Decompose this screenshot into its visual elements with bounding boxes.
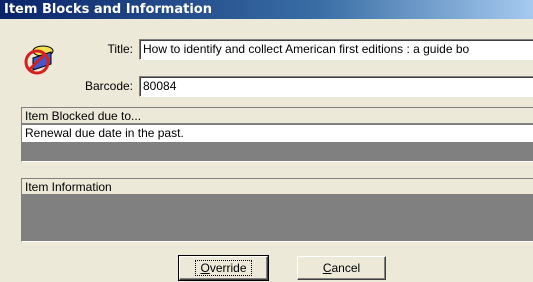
cancel-label: ancel — [331, 261, 361, 275]
cancel-button[interactable]: Cancel — [297, 256, 386, 280]
item-information-header[interactable]: Item Information — [22, 179, 533, 195]
override-label: verride — [209, 261, 247, 275]
override-button[interactable]: Override — [178, 255, 269, 281]
window-title: Item Blocks and Information — [4, 2, 212, 17]
title-field[interactable]: How to identify and collect American fir… — [139, 39, 533, 60]
barcode-label: Barcode: — [84, 79, 133, 93]
title-bar[interactable]: Item Blocks and Information — [0, 0, 533, 19]
blocked-item-icon — [24, 45, 54, 75]
item-information-list[interactable]: Item Information — [21, 178, 533, 242]
list-item[interactable]: Renewal due date in the past. — [22, 125, 533, 142]
title-label: Title: — [107, 42, 133, 56]
item-blocked-header[interactable]: Item Blocked due to... — [22, 108, 533, 124]
item-blocks-dialog: Item Blocks and Information Title: How t… — [0, 0, 533, 282]
item-blocked-list[interactable]: Item Blocked due to... Renewal due date … — [21, 107, 533, 162]
barcode-field[interactable]: 80084 — [139, 76, 533, 97]
override-mnemonic: O — [200, 261, 210, 275]
